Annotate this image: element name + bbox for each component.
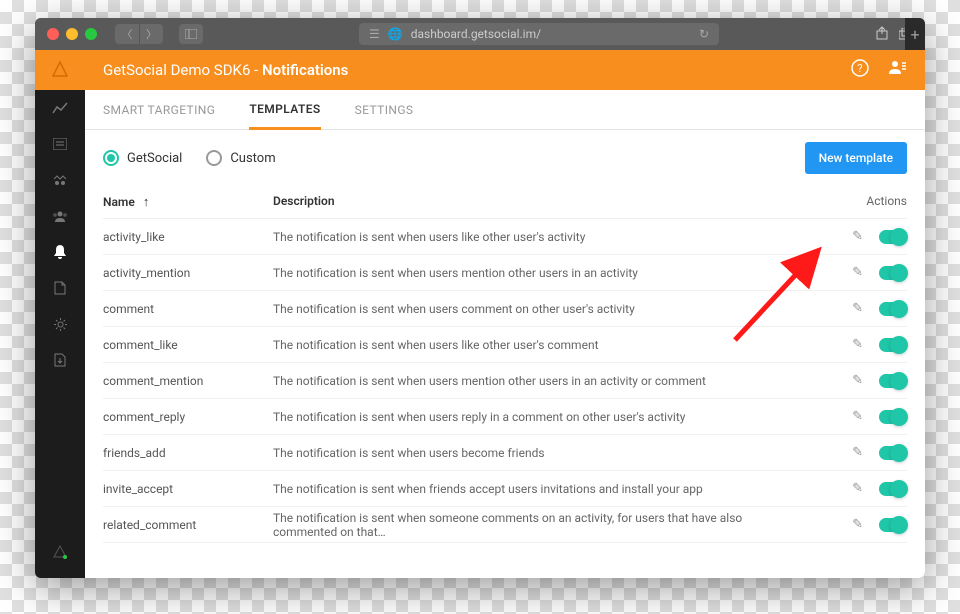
template-name: comment_mention (103, 374, 273, 388)
edit-icon[interactable]: ✎ (852, 481, 863, 496)
template-name: comment (103, 302, 273, 316)
edit-icon[interactable]: ✎ (852, 445, 863, 460)
template-name: activity_like (103, 230, 273, 244)
nav-document-icon[interactable] (35, 270, 85, 306)
nav-targeting-icon[interactable] (35, 162, 85, 198)
main-content: GetSocial Demo SDK6 - Notifications ? SM… (85, 50, 925, 578)
table-row: comment_mentionThe notification is sent … (103, 363, 907, 399)
template-name: friends_add (103, 446, 273, 460)
table-row: activity_mentionThe notification is sent… (103, 255, 907, 291)
tab-templates[interactable]: TEMPLATES (249, 90, 320, 130)
minimize-icon[interactable] (66, 28, 78, 40)
nav-notifications-icon[interactable] (35, 234, 85, 270)
template-description: The notification is sent when users repl… (273, 410, 807, 424)
app-body: GetSocial Demo SDK6 - Notifications ? SM… (35, 50, 925, 578)
edit-icon[interactable]: ✎ (852, 373, 863, 388)
table-row: invite_acceptThe notification is sent wh… (103, 471, 907, 507)
toolbar: GetSocial Custom New template (85, 130, 925, 186)
edit-icon[interactable]: ✎ (852, 265, 863, 280)
enable-toggle[interactable] (879, 482, 907, 496)
filter-getsocial[interactable]: GetSocial (103, 150, 182, 166)
site-icon: 🌐 (388, 27, 403, 41)
template-name: comment_reply (103, 410, 273, 424)
logo-icon[interactable] (35, 50, 85, 90)
browser-window: 〈 〉 ☰ 🌐 dashboard.getsocial.im/ ↻ + (35, 18, 925, 578)
table-header: Name↑ Description Actions (103, 186, 907, 219)
template-name: comment_like (103, 338, 273, 352)
nav-footer-icon[interactable] (35, 534, 85, 570)
edit-icon[interactable]: ✎ (852, 229, 863, 244)
template-description: The notification is sent when users like… (273, 338, 807, 352)
enable-toggle[interactable] (879, 374, 907, 388)
enable-toggle[interactable] (879, 302, 907, 316)
tab-settings[interactable]: SETTINGS (355, 90, 414, 130)
titlebar: 〈 〉 ☰ 🌐 dashboard.getsocial.im/ ↻ + (35, 18, 925, 50)
url-bar[interactable]: ☰ 🌐 dashboard.getsocial.im/ ↻ (359, 23, 719, 45)
edit-icon[interactable]: ✎ (852, 409, 863, 424)
template-description: The notification is sent when users comm… (273, 302, 807, 316)
nav-feed-icon[interactable] (35, 126, 85, 162)
page-title: Notifications (262, 61, 348, 79)
help-icon[interactable]: ? (851, 59, 869, 82)
reader-icon: ☰ (369, 27, 380, 41)
page-header: GetSocial Demo SDK6 - Notifications ? (85, 50, 925, 90)
back-button[interactable]: 〈 (115, 24, 139, 44)
new-tab-button[interactable]: + (905, 18, 925, 50)
col-actions: Actions (807, 194, 907, 210)
template-description: The notification is sent when friends ac… (273, 482, 807, 496)
forward-button[interactable]: 〉 (139, 24, 163, 44)
edit-icon[interactable]: ✎ (852, 517, 863, 532)
table-row: friends_addThe notification is sent when… (103, 435, 907, 471)
nav-users-icon[interactable] (35, 198, 85, 234)
enable-toggle[interactable] (879, 266, 907, 280)
url-text: dashboard.getsocial.im/ (411, 27, 541, 41)
col-name[interactable]: Name↑ (103, 194, 273, 210)
close-icon[interactable] (47, 28, 59, 40)
template-description: The notification is sent when someone co… (273, 511, 807, 539)
table-row: related_commentThe notification is sent … (103, 507, 907, 543)
table-row: commentThe notification is sent when use… (103, 291, 907, 327)
svg-text:?: ? (857, 62, 862, 75)
template-description: The notification is sent when users like… (273, 230, 807, 244)
edit-icon[interactable]: ✎ (852, 301, 863, 316)
nav-settings-icon[interactable] (35, 306, 85, 342)
traffic-lights (47, 28, 97, 40)
sidebar-toggle-icon[interactable] (179, 24, 203, 44)
enable-toggle[interactable] (879, 338, 907, 352)
enable-toggle[interactable] (879, 446, 907, 460)
col-description: Description (273, 194, 807, 210)
table-row: activity_likeThe notification is sent wh… (103, 219, 907, 255)
sort-ascending-icon: ↑ (143, 194, 150, 210)
edit-icon[interactable]: ✎ (852, 337, 863, 352)
tabs: SMART TARGETING TEMPLATES SETTINGS (85, 90, 925, 130)
enable-toggle[interactable] (879, 410, 907, 424)
new-template-button[interactable]: New template (805, 142, 907, 174)
nav-arrows: 〈 〉 (115, 24, 163, 44)
tab-smart-targeting[interactable]: SMART TARGETING (103, 90, 215, 130)
enable-toggle[interactable] (879, 518, 907, 532)
sidebar (35, 50, 85, 578)
template-description: The notification is sent when users ment… (273, 374, 807, 388)
template-description: The notification is sent when users ment… (273, 266, 807, 280)
nav-analytics-icon[interactable] (35, 90, 85, 126)
table-row: comment_replyThe notification is sent wh… (103, 399, 907, 435)
table-row: comment_likeThe notification is sent whe… (103, 327, 907, 363)
breadcrumb: GetSocial Demo SDK6 - (103, 61, 258, 79)
account-icon[interactable] (887, 59, 907, 82)
maximize-icon[interactable] (85, 28, 97, 40)
nav-download-icon[interactable] (35, 342, 85, 378)
filter-custom[interactable]: Custom (206, 150, 275, 166)
radio-icon (206, 150, 222, 166)
reload-icon[interactable]: ↻ (699, 27, 709, 41)
template-name: related_comment (103, 518, 273, 532)
share-icon[interactable] (875, 25, 889, 44)
radio-selected-icon (103, 150, 119, 166)
templates-table: Name↑ Description Actions activity_likeT… (85, 186, 925, 578)
template-name: invite_accept (103, 482, 273, 496)
template-name: activity_mention (103, 266, 273, 280)
enable-toggle[interactable] (879, 230, 907, 244)
template-description: The notification is sent when users beco… (273, 446, 807, 460)
